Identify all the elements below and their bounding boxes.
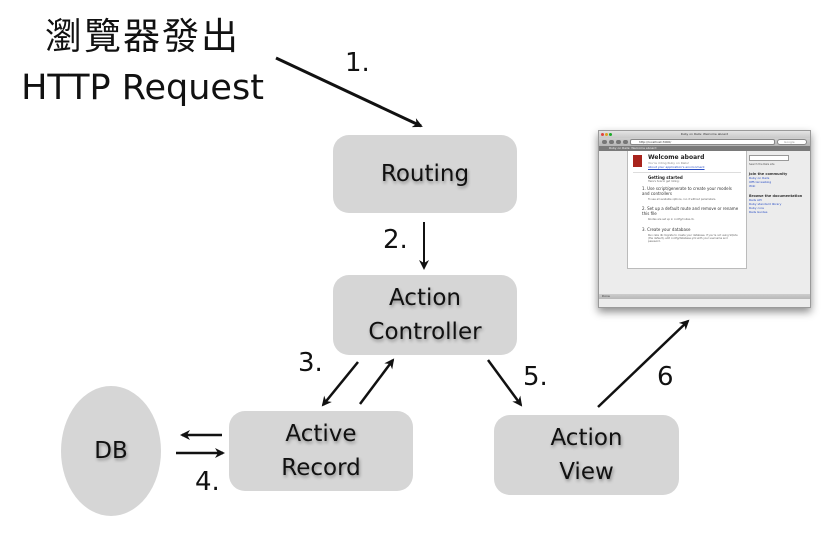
browser-status-bar: Done [599,294,810,299]
step-4-label: 4. [195,467,220,497]
home-icon [616,140,621,144]
browser-titlebar: Ruby on Rails: Welcome aboard [599,131,810,138]
arrow-3-record-to-controller [359,358,395,405]
rails-logo-icon [633,155,642,167]
node-active-record: Active Record [229,411,413,491]
arrow-3-controller-to-record [321,361,359,407]
node-action-view-line1: Action [550,425,623,451]
rails-sidebar: Search the Rails site Join the community… [749,155,805,214]
sidebar-search-scope: the Rails site [758,163,775,166]
step-item-3: 3. Create your database [642,227,691,232]
node-db: DB [61,386,161,516]
arrow-6-view-to-browser [597,319,690,408]
sidebar-search-button-label: Search [749,163,758,166]
browser-toolbar: http://localhost:3000/ Google [599,138,810,146]
node-routing: Routing [333,135,517,213]
node-action-controller: Action Controller [333,275,517,355]
node-action-view-line2: View [559,459,614,485]
community-link: Wiki [749,184,756,188]
sidebar-search-input [749,155,789,161]
minimize-light-icon [605,133,608,136]
getting-started-sub: Here's how to get rolling: [648,180,680,183]
close-light-icon [601,133,604,136]
bookmark-icon [623,140,628,144]
docs-link: Rails Guides [749,210,768,214]
rails-welcome-page: Welcome aboard You're riding Ruby on Rai… [627,151,747,269]
window-controls [601,133,612,136]
step-item-2: 2. Set up a default route and remove or … [642,206,739,216]
step-3-label: 3. [298,348,323,378]
browser-url-bar: http://localhost:3000/ [630,139,775,145]
step-item-1: 1. Use script/generate to create your mo… [642,186,732,196]
welcome-heading: Welcome aboard [648,154,705,161]
env-link: About your application's environment [648,165,705,169]
browser-screenshot: Ruby on Rails: Welcome aboard http://loc… [598,130,811,308]
divider [633,172,741,173]
sidebar-search-button: Search the Rails site [749,163,805,166]
back-forward-icon [602,140,607,144]
step-note-1: To see all available options, run it wit… [648,198,717,201]
step-6-label: 6 [657,362,674,392]
node-active-record-line2: Record [281,455,361,481]
browser-search-box: Google [777,139,807,145]
zoom-light-icon [609,133,612,136]
node-action-controller-line1: Action [388,285,462,311]
step-note-2: Routes are set up in config/routes.rb. [648,218,695,221]
node-action-controller-line2: Controller [368,319,482,345]
node-db-label: DB [94,438,128,464]
step-5-label: 5. [523,362,548,392]
node-routing-label: Routing [380,161,470,187]
browser-content: Welcome aboard You're riding Ruby on Rai… [599,151,810,299]
node-active-record-line1: Active [285,421,357,447]
step-2-label: 2. [383,225,408,255]
step-1-label: 1. [345,48,370,78]
node-action-view: Action View [494,415,679,495]
step-note-3: Run rake db:migrate to create your datab… [648,234,738,243]
browser-window-title: Ruby on Rails: Welcome aboard [680,132,729,136]
arrow-5-controller-to-view [486,359,523,407]
reload-icon [609,140,614,144]
